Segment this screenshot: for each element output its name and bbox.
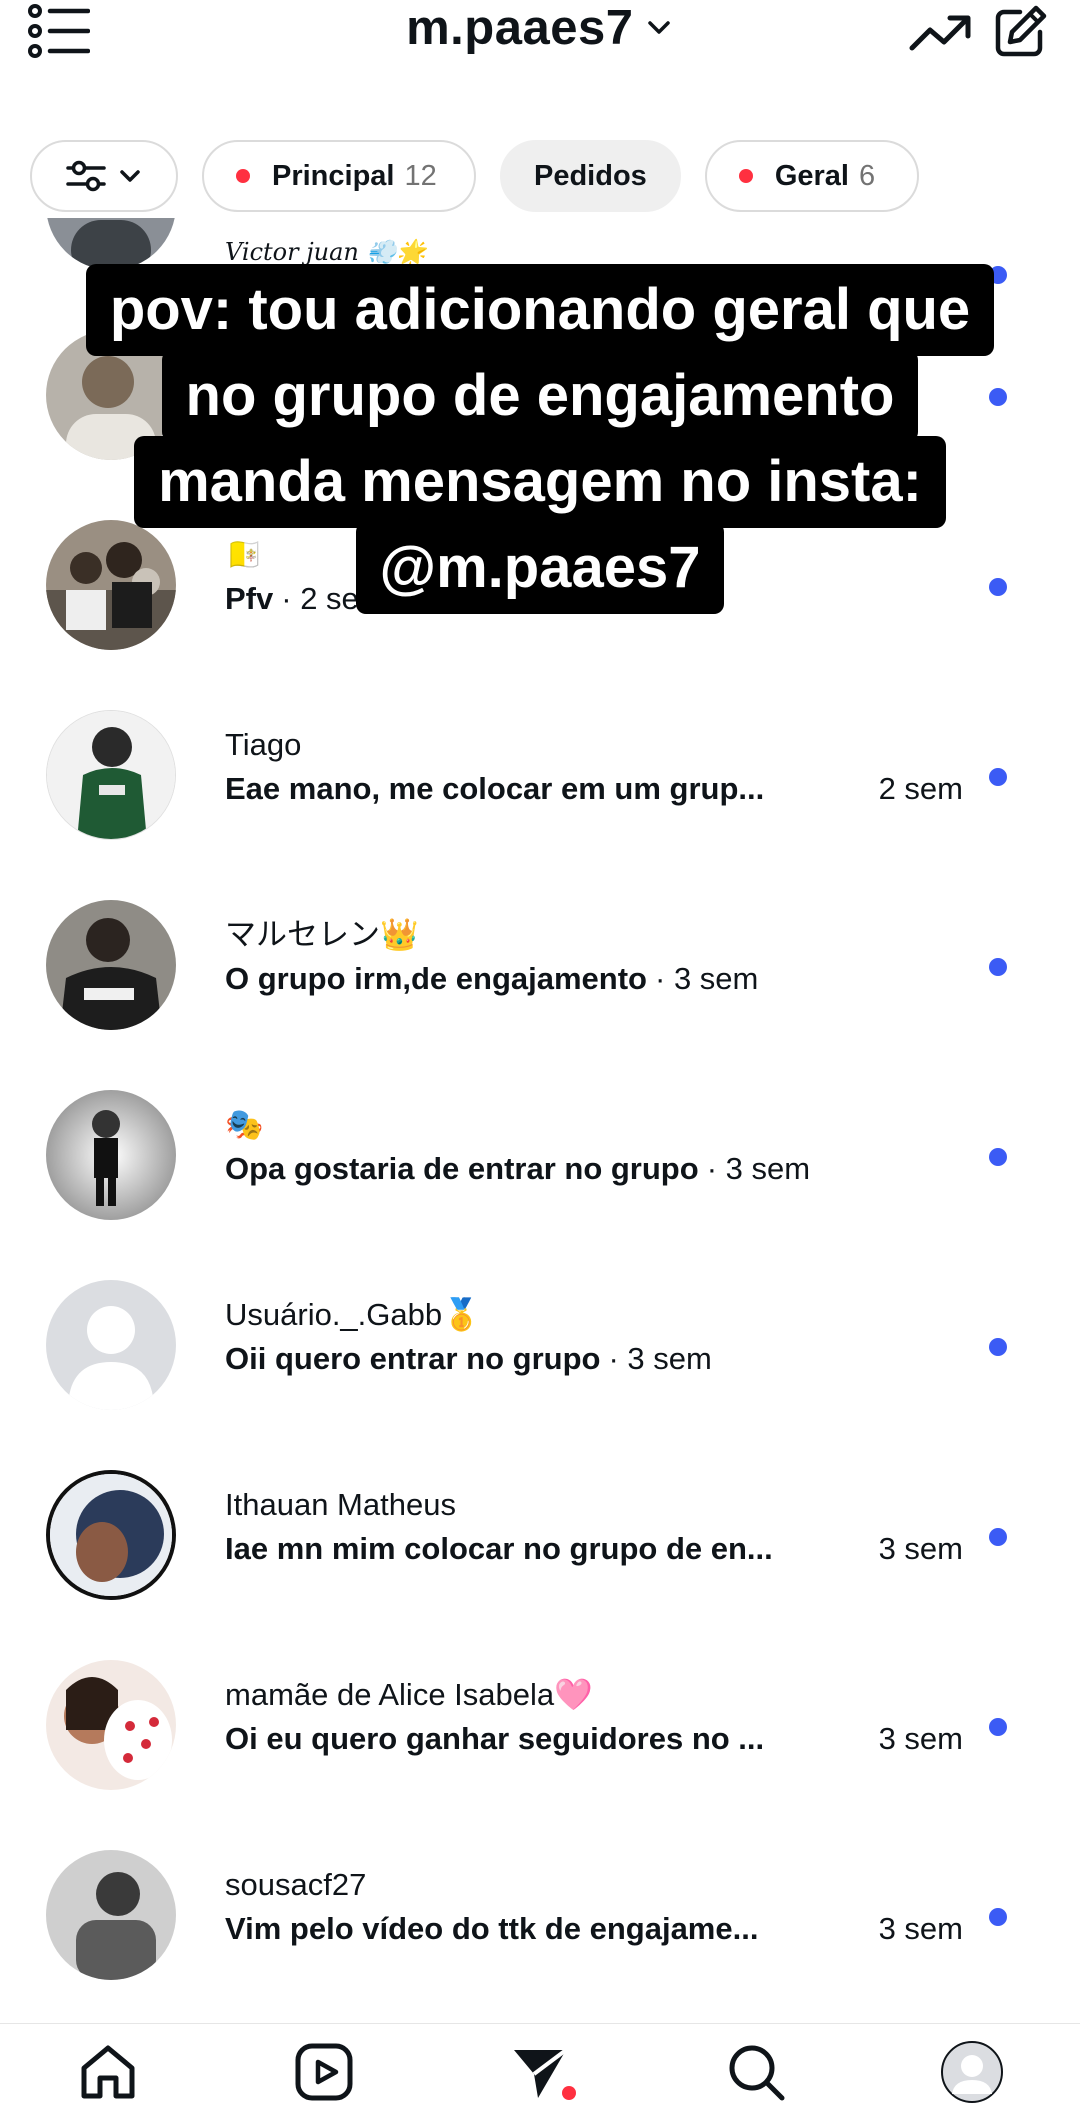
message-time: 3 sem xyxy=(725,1151,811,1186)
bottom-navigation xyxy=(0,2023,1080,2128)
unread-indicator xyxy=(989,1528,1007,1546)
top-bar: m.paaes7 xyxy=(0,0,1080,130)
chevron-down-icon xyxy=(120,170,140,182)
last-message: O grupo irm,de engajamento xyxy=(225,961,647,996)
video-caption-overlay: pov: tou adicionando geral que no grupo … xyxy=(0,264,1080,614)
message-time: 3 sem xyxy=(673,961,759,996)
sliders-icon xyxy=(66,160,106,192)
unread-indicator xyxy=(989,1908,1007,1926)
profile-avatar[interactable] xyxy=(940,2040,1004,2104)
chip-label: Geral xyxy=(774,159,849,192)
compose-icon[interactable] xyxy=(990,2,1050,62)
conversation-row[interactable]: Usuário._.Gabb🥇 Oii quero entrar no grup… xyxy=(0,1250,1080,1440)
separator: · xyxy=(655,961,674,996)
contact-name: Ithauan Matheus xyxy=(225,1487,456,1522)
unread-indicator xyxy=(989,768,1007,786)
caption-line: @m.paaes7 xyxy=(355,522,725,614)
unread-indicator xyxy=(989,958,1007,976)
search-icon[interactable] xyxy=(724,2040,788,2104)
chip-geral[interactable]: Geral 6 xyxy=(704,140,919,212)
chip-count: 6 xyxy=(858,159,876,192)
unread-dot xyxy=(738,169,753,183)
message-time: 2 sem xyxy=(878,771,963,806)
last-message: Oi eu quero ganhar seguidores no ... xyxy=(225,1721,765,1756)
last-message: Vim pelo vídeo do ttk de engajame... xyxy=(225,1911,759,1946)
conversation-row[interactable]: sousacf27 Vim pelo vídeo do ttk de engaj… xyxy=(0,1820,1080,2010)
message-time: 3 sem xyxy=(878,1531,963,1566)
conversation-row[interactable]: Ithauan Matheus Iae mn mim colocar no gr… xyxy=(0,1440,1080,1630)
reels-icon[interactable] xyxy=(292,2040,356,2104)
message-time: 3 sem xyxy=(627,1341,712,1376)
message-time: 3 sem xyxy=(878,1721,963,1756)
last-message: Opa gostaria de entrar no grupo xyxy=(225,1151,699,1186)
avatar xyxy=(46,1090,176,1220)
conversation-row[interactable]: マルセレン👑 O grupo irm,de engajamento · 3 se… xyxy=(0,870,1080,1060)
separator: · xyxy=(706,1151,726,1186)
caption-line: pov: tou adicionando geral que xyxy=(85,264,995,356)
contact-name: sousacf27 xyxy=(225,1867,367,1902)
messages-icon[interactable] xyxy=(508,2040,576,2104)
conversation-row[interactable]: 🎭 Opa gostaria de entrar no grupo · 3 se… xyxy=(0,1060,1080,1250)
inbox-filter-chips: Principal 12 Pedidos Geral 6 xyxy=(30,140,919,212)
filter-options-button[interactable] xyxy=(30,140,178,212)
avatar xyxy=(46,1850,176,1980)
direct-inbox-screen: m.paaes7 Principal 12 Pedidos Geral 6 Vi… xyxy=(0,0,1080,2128)
avatar xyxy=(46,1280,176,1410)
avatar xyxy=(46,1470,176,1600)
home-icon[interactable] xyxy=(76,2040,140,2104)
contact-name: Usuário._.Gabb🥇 xyxy=(225,1297,481,1332)
contact-name: Victor juan 💨🌟 xyxy=(225,238,427,266)
unread-indicator xyxy=(989,1148,1007,1166)
caption-line: no grupo de engajamento xyxy=(161,350,919,442)
unread-dot xyxy=(236,169,250,183)
last-message: Eae mano, me colocar em um grup... xyxy=(225,771,765,806)
chip-pedidos[interactable]: Pedidos xyxy=(500,140,681,212)
contact-name: mamãe de Alice Isabela🩷 xyxy=(225,1677,593,1712)
last-message: Oii quero entrar no grupo xyxy=(225,1341,601,1376)
unread-indicator xyxy=(989,1718,1007,1736)
unread-indicator xyxy=(989,1338,1007,1356)
notification-dot xyxy=(562,2086,576,2100)
chip-principal[interactable]: Principal 12 xyxy=(202,140,476,212)
conversation-row[interactable]: Tiago Eae mano, me colocar em um grup...… xyxy=(0,680,1080,870)
contact-name: Tiago xyxy=(225,727,302,762)
caption-line: manda mensagem no insta: xyxy=(134,436,946,528)
avatar xyxy=(46,710,176,840)
contact-name: マルセレン👑 xyxy=(225,917,419,952)
avatar xyxy=(46,1660,176,1790)
chevron-down-icon xyxy=(648,21,670,34)
message-time: 3 sem xyxy=(878,1911,963,1946)
contact-name: 🎭 xyxy=(225,1107,264,1142)
chip-label: Pedidos xyxy=(534,159,647,192)
chip-label: Principal xyxy=(272,159,395,192)
conversation-row[interactable]: mamãe de Alice Isabela🩷 Oi eu quero ganh… xyxy=(0,1630,1080,1820)
account-username: m.paaes7 xyxy=(406,1,634,55)
avatar xyxy=(46,900,176,1030)
trending-icon[interactable] xyxy=(908,8,974,60)
last-message: Iae mn mim colocar no grupo de en... xyxy=(225,1531,773,1566)
chip-count: 12 xyxy=(404,159,437,192)
separator: · xyxy=(608,1341,628,1376)
avatar xyxy=(46,218,176,270)
